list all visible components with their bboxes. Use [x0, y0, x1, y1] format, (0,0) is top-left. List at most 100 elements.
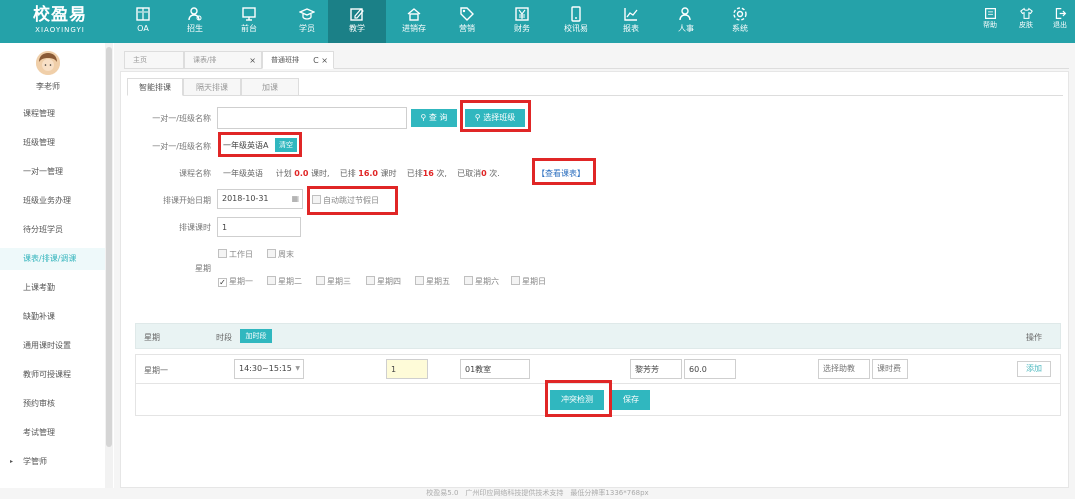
refresh-close-icon[interactable]: C × [313, 52, 328, 69]
tab-label: 主页 [133, 56, 147, 64]
sidebar-item-pending-students[interactable]: 待分班学员 [0, 219, 105, 241]
recruit-icon [188, 7, 202, 21]
tab-normal-class[interactable]: 普通班排 C × [262, 51, 334, 69]
nav-skin[interactable]: 皮肤 [1009, 0, 1043, 43]
weekend-checkbox[interactable]: 周末 [267, 249, 294, 260]
day-saturday-checkbox[interactable]: 星期六 [464, 276, 499, 287]
rate-input[interactable] [684, 359, 736, 379]
weekday-label: 工作日 [229, 250, 253, 259]
scheduled-prefix: 已排 [339, 169, 356, 178]
nav-oa-label: OA [137, 24, 149, 33]
sidebar-item-hour-settings[interactable]: 通用课时设置 [0, 335, 105, 357]
nav-teaching-label: 教学 [349, 24, 365, 33]
nav-recruit[interactable]: 招生 [166, 0, 224, 43]
phone-icon [571, 6, 581, 22]
time-select[interactable]: 14:30~15:15 ▼ [234, 359, 304, 379]
tab-add-lesson[interactable]: 加课 [241, 78, 299, 96]
day-tuesday-checkbox[interactable]: 星期二 [267, 276, 302, 287]
checkbox-icon [366, 276, 375, 285]
tab-home[interactable]: 主页 [124, 51, 184, 69]
day-thursday-checkbox[interactable]: 星期四 [366, 276, 401, 287]
nav-finance[interactable]: 财务 [493, 0, 551, 43]
assistant-select[interactable]: 选择助教 [818, 359, 870, 379]
checkbox-icon [464, 276, 473, 285]
nav-reports[interactable]: 报表 [602, 0, 660, 43]
search-icon: ⚲ [420, 113, 429, 122]
nav-logout-label: 退出 [1053, 21, 1067, 29]
nav-system[interactable]: 系统 [711, 0, 769, 43]
nav-messaging-label: 校讯易 [564, 24, 588, 33]
day-label: 星期二 [278, 277, 302, 286]
tag-icon [460, 7, 474, 21]
nav-marketing[interactable]: 营销 [438, 0, 496, 43]
room-input[interactable] [460, 359, 530, 379]
tab-alternate-day[interactable]: 隔天排课 [183, 78, 241, 96]
nav-logout[interactable]: 退出 [1043, 0, 1075, 43]
tab-schedule[interactable]: 课表/排 × [184, 51, 262, 69]
sidebar-item-makeup[interactable]: 缺勤补课 [0, 306, 105, 328]
add-row-button[interactable]: 添加 [1017, 361, 1051, 377]
nav-frontdesk[interactable]: 前台 [220, 0, 278, 43]
chart-icon [624, 8, 638, 21]
nav-messaging[interactable]: 校讯易 [547, 0, 605, 43]
day-monday-checkbox[interactable]: ✓ 星期一 [218, 276, 253, 287]
day-label: 星期六 [475, 277, 499, 286]
calendar-icon[interactable]: ▦ [291, 190, 299, 208]
day-friday-checkbox[interactable]: 星期五 [415, 276, 450, 287]
nav-help-label: 帮助 [983, 21, 997, 29]
sidebar-item-label: 缺勤补课 [23, 312, 55, 321]
sidebar-item-course-management[interactable]: 课程管理 [0, 103, 105, 125]
hours-input[interactable] [386, 359, 428, 379]
brand-logo[interactable]: 校盈易 XIAOYINGYI [14, 5, 106, 39]
class-name-input[interactable] [217, 107, 407, 129]
day-wednesday-checkbox[interactable]: 星期三 [316, 276, 351, 287]
sidebar-item-attendance[interactable]: 上课考勤 [0, 277, 105, 299]
lesson-hours-input[interactable] [217, 217, 301, 237]
nav-help[interactable]: 帮助 [973, 0, 1007, 43]
day-label: 星期五 [426, 277, 450, 286]
query-button[interactable]: ⚲ 查 询 [411, 109, 457, 127]
nav-teaching[interactable]: 教学 [328, 0, 386, 43]
scheduled-count-prefix: 已排 [406, 169, 423, 178]
start-date-input[interactable]: 2018-10-31 ▦ [217, 189, 303, 209]
gear-icon [733, 7, 747, 21]
sidebar-item-reservation-review[interactable]: 预约审核 [0, 393, 105, 415]
sidebar-item-teacher-courses[interactable]: 教师可授课程 [0, 364, 105, 386]
close-icon[interactable]: × [249, 52, 256, 69]
day-sunday-checkbox[interactable]: 星期日 [511, 276, 546, 287]
tab-smart-schedule[interactable]: 智能排课 [127, 78, 183, 96]
col-period: 时段 [216, 333, 232, 342]
caret-right-icon: ▸ [10, 458, 14, 465]
weekday-checkbox[interactable]: 工作日 [218, 249, 253, 260]
nav-inventory[interactable]: 进销存 [385, 0, 443, 43]
sidebar-scrollbar[interactable] [105, 43, 113, 488]
sidebar-item-class-management[interactable]: 班级管理 [0, 132, 105, 154]
sidebar-item-schedule[interactable]: 课表/排课/调课 [0, 248, 105, 270]
sidebar-item-class-business[interactable]: 班级业务办理 [0, 190, 105, 212]
sidebar-item-one-on-one[interactable]: 一对一管理 [0, 161, 105, 183]
scheduled-unit: 课时 [380, 169, 397, 178]
course-name-label: 课程名称 [179, 169, 211, 178]
sidebar-item-advisor[interactable]: ▸ 学管师 [0, 451, 105, 473]
nav-hr[interactable]: 人事 [657, 0, 715, 43]
sidebar-item-label: 预约审核 [23, 399, 55, 408]
nav-oa[interactable]: OA [114, 0, 172, 43]
oa-icon [136, 7, 150, 21]
day-label: 星期日 [522, 277, 546, 286]
checkbox-icon [267, 249, 276, 258]
class-name-label: 一对一/班级名称 [152, 114, 211, 123]
sidebar-item-exam-management[interactable]: 考试管理 [0, 422, 105, 444]
tab-label: 课表/排 [193, 56, 217, 64]
add-period-button[interactable]: 加时段 [240, 329, 272, 343]
avatar[interactable] [36, 51, 60, 75]
page-footer: 校盈易5.0 广州印应网络科技提供技术支持 最低分辨率1336*768px [0, 488, 1075, 499]
subtab-label: 智能排课 [139, 83, 171, 92]
graduation-cap-icon [299, 8, 315, 20]
sidebar-scroll-thumb[interactable] [106, 47, 112, 447]
save-button[interactable]: 保存 [612, 390, 650, 410]
fee-input[interactable]: 课时费 [872, 359, 908, 379]
nav-system-label: 系统 [732, 24, 748, 33]
teacher-input[interactable] [630, 359, 682, 379]
sidebar-item-label: 课表/排课/调课 [23, 254, 77, 263]
house-icon [407, 8, 421, 21]
